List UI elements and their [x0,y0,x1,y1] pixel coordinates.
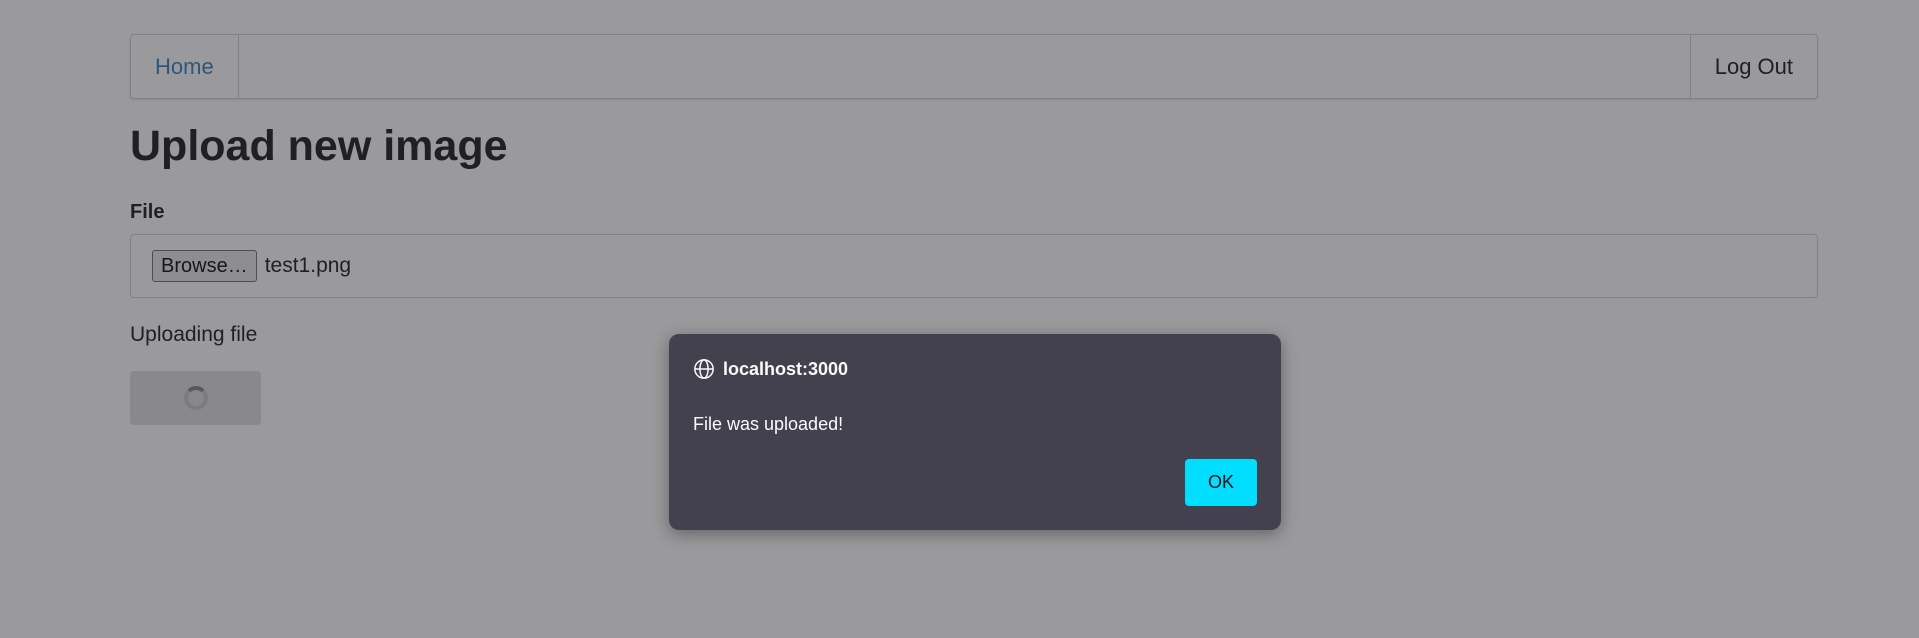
ok-button[interactable]: OK [1185,459,1257,506]
dialog-origin: localhost:3000 [723,358,849,379]
modal-overlay [0,0,1919,638]
dialog-message: File was uploaded! [693,414,844,434]
alert-dialog: localhost:3000 File was uploaded! OK [669,334,1281,530]
globe-icon [694,359,714,379]
dialog-header: localhost:3000 [693,358,848,380]
